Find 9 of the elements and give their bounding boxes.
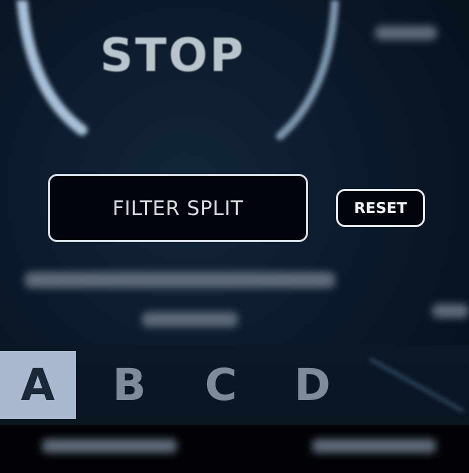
blurred-label bbox=[432, 304, 469, 318]
status-text: STOP bbox=[100, 28, 246, 82]
layer-tab[interactable]: B bbox=[92, 351, 168, 419]
blurred-label bbox=[375, 26, 437, 40]
layer-tab[interactable]: C bbox=[183, 351, 259, 419]
reset-button[interactable]: RESET bbox=[336, 189, 425, 227]
filter-split-button[interactable]: FILTER SPLIT bbox=[48, 174, 308, 242]
layer-tab[interactable]: A bbox=[0, 351, 76, 419]
layer-tab[interactable]: D bbox=[274, 351, 350, 419]
